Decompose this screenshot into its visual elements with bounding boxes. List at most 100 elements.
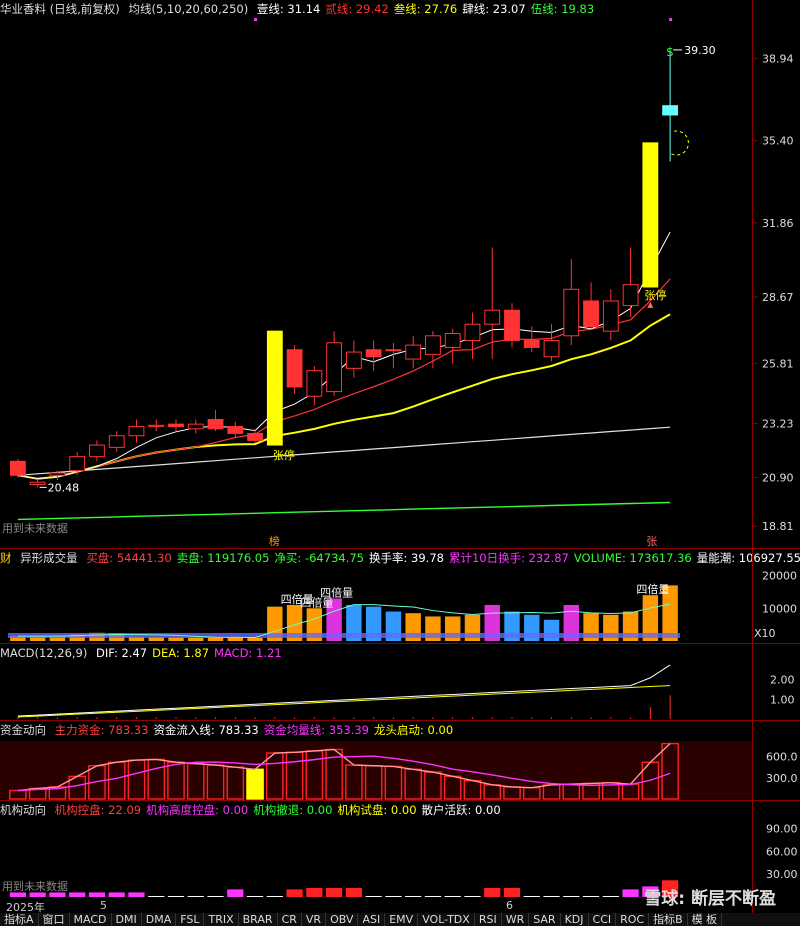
indicator-tab[interactable]: ASI [358, 913, 386, 926]
ma60-line [17, 426, 671, 476]
macd-chart[interactable]: 2.00 1.00 [0, 644, 800, 720]
candle[interactable] [563, 259, 580, 346]
candle[interactable] [662, 49, 679, 162]
candle[interactable] [425, 331, 441, 369]
candle[interactable] [29, 479, 46, 488]
candle[interactable] [326, 331, 343, 397]
indicator-tab[interactable]: 模 板 [688, 913, 723, 926]
top-marker [669, 18, 673, 21]
candlestick-chart[interactable]: 38.94 35.40 31.86 28.67 25.81 23.23 20.90 18.81… [0, 0, 800, 548]
candle[interactable] [365, 340, 382, 371]
candle[interactable] [543, 324, 560, 362]
indicator-tab[interactable]: EMV [385, 913, 419, 926]
candle[interactable] [306, 366, 323, 406]
price-pane[interactable]: 华业香料 (日线,前复权) 均线(5,10,20,60,250) 壹线: 31.… [0, 0, 800, 548]
indicator-tab[interactable]: RSI [475, 913, 502, 926]
candle[interactable] [108, 431, 125, 453]
y-tick-label: 38.94 [762, 52, 794, 65]
indicator-tab[interactable]: TRIX [204, 913, 239, 926]
indicator-tab[interactable]: FSL [176, 913, 205, 926]
dashed-circle-marker [669, 130, 689, 156]
candle[interactable] [148, 419, 165, 432]
institution-y-tick: 90.00 [766, 823, 798, 836]
candle[interactable] [642, 142, 659, 288]
indicator-tab[interactable]: VR [302, 913, 327, 926]
candle[interactable] [622, 247, 639, 318]
y-tick-label: 35.40 [762, 135, 794, 148]
candle[interactable] [444, 328, 461, 364]
candle[interactable] [207, 410, 224, 432]
candle[interactable] [504, 303, 520, 348]
zhang-marker: 张 [646, 535, 657, 548]
indicator-tab[interactable]: MACD [70, 913, 112, 926]
indicator-tab[interactable]: 窗口 [39, 913, 70, 926]
volume-pane[interactable]: 财 异形成交量 买盘: 54441.30 卖盘: 119176.05 净买: -64… [0, 549, 800, 643]
top-marker [254, 18, 258, 21]
y-tick-label: 28.67 [762, 291, 794, 304]
indicator-tab[interactable]: VOL-TDX [418, 913, 475, 926]
candle[interactable] [583, 282, 599, 329]
multi-volume-label: 四倍量 [636, 582, 669, 596]
macd-pane[interactable]: MACD(12,26,9) DIF: 2.47 DEA: 1.87 MACD: 1.… [0, 644, 800, 720]
institution-bar [503, 887, 521, 897]
institution-bar [523, 896, 540, 897]
candle[interactable] [602, 289, 619, 341]
candle[interactable] [128, 419, 145, 443]
candle[interactable] [286, 345, 303, 394]
institution-bar [246, 896, 264, 897]
indicator-tab[interactable]: BRAR [239, 913, 278, 926]
institution-bar [444, 896, 461, 897]
indicator-tab[interactable]: 指标B [649, 913, 688, 926]
candle[interactable] [89, 440, 105, 462]
indicator-tab[interactable]: 指标A [0, 913, 39, 926]
institution-bar [88, 892, 106, 897]
volume-unit: X10 [754, 627, 776, 640]
institution-bar [207, 896, 224, 897]
candle[interactable] [464, 312, 481, 360]
future-data-note: 用到未来数据 [2, 521, 68, 535]
institution-bar [167, 896, 185, 897]
candle[interactable] [9, 458, 26, 478]
indicator-tab[interactable]: CCI [589, 913, 617, 926]
candle[interactable] [345, 340, 362, 378]
candle[interactable] [405, 335, 422, 369]
institution-y-tick: 60.00 [766, 845, 798, 858]
volume-bar [247, 637, 263, 641]
candle[interactable] [385, 342, 402, 369]
indicator-tab[interactable]: WR [502, 913, 530, 926]
volume-y-tick: 10000 [762, 602, 797, 615]
indicator-tab[interactable]: OBV [326, 913, 359, 926]
indicator-tab[interactable]: DMI [112, 913, 142, 926]
indicator-tab[interactable]: ROC [616, 913, 650, 926]
macd-y-tick: 2.00 [770, 674, 795, 687]
institution-y-tick: 30.00 [766, 868, 798, 881]
limit-up-label: 张停 [644, 288, 666, 302]
institution-bar [484, 887, 501, 897]
candle[interactable] [227, 421, 244, 439]
candle[interactable] [168, 419, 184, 432]
indicator-tab[interactable]: KDJ [561, 913, 589, 926]
institution-bar [326, 887, 343, 897]
fund-y-tick: 300.0 [766, 772, 798, 785]
fund-flow-chart[interactable]: 600.0 300.0 [0, 721, 800, 800]
volume-chart[interactable]: 2000010000X10四倍量四倍量四倍量四倍量 [0, 549, 800, 643]
institution-bar [582, 896, 600, 897]
fund-pane[interactable]: 资金动向 主力资金: 783.33 资金流入线: 783.33 资金均量线: 353… [0, 721, 800, 800]
institution-bar [128, 892, 145, 897]
indicator-tab[interactable]: CR [278, 913, 302, 926]
candle[interactable] [484, 247, 501, 360]
institution-bar [424, 896, 442, 897]
candle[interactable] [266, 330, 283, 446]
institution-bar [69, 892, 86, 897]
indicator-tab[interactable]: SAR [529, 913, 561, 926]
multi-volume-label: 四倍量 [300, 595, 333, 609]
candle[interactable] [187, 419, 204, 434]
bang-marker: 榜 [269, 534, 280, 548]
institution-bar [286, 889, 303, 897]
indicator-tab[interactable]: DMA [142, 913, 177, 926]
low-price-label: 20.48 [48, 481, 80, 494]
volume-baseline [8, 633, 680, 638]
dollar-signal-icon: $ [666, 45, 674, 59]
institution-bar [543, 896, 560, 897]
watermark: 雪球: 断层不断盈 [644, 889, 776, 909]
